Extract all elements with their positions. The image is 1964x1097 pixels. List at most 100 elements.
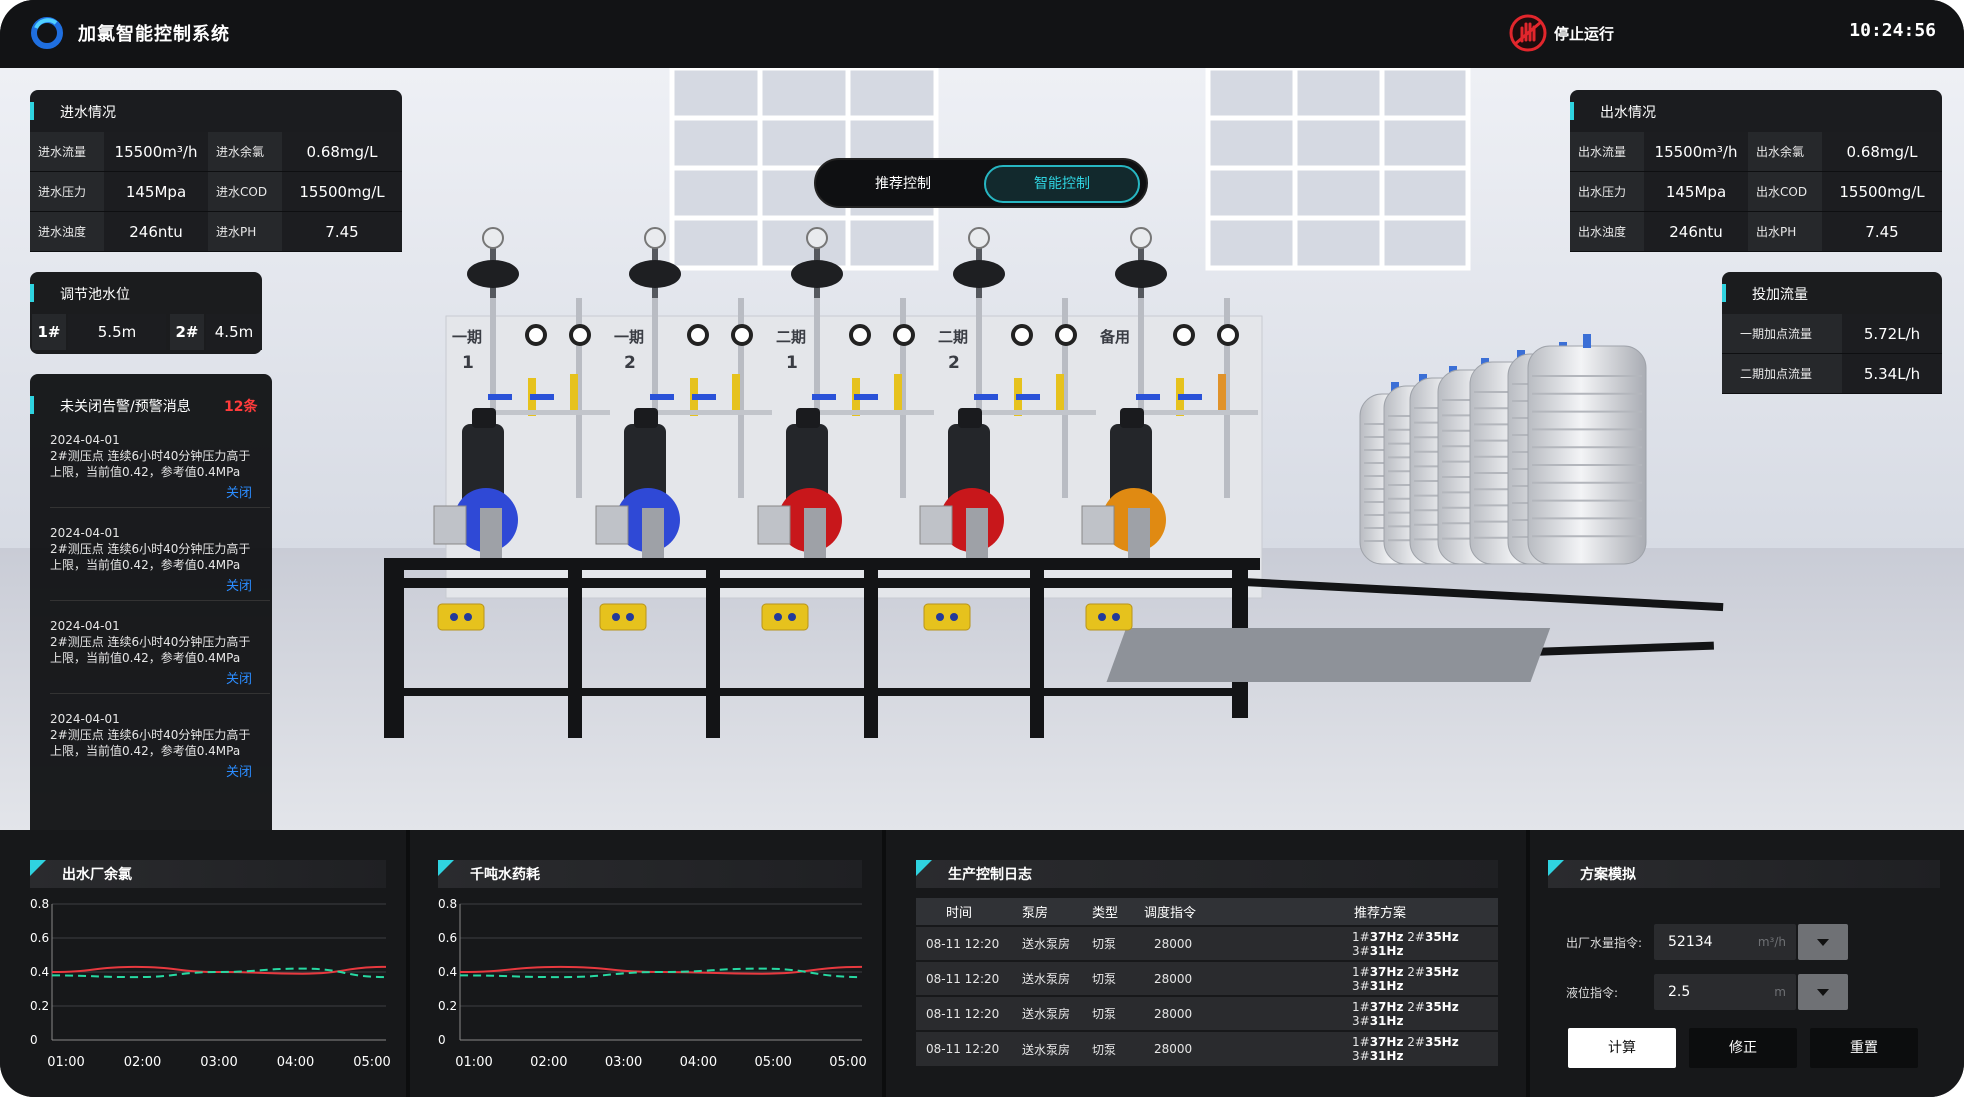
pump-label-line2: 2 <box>948 353 960 373</box>
log-command: 28000 <box>1134 995 1284 1031</box>
bottom-dashboard: 出水厂余氯 0 0.2 0.4 0.6 0.8 01:00 02:00 03:00 04:00 0… <box>0 830 1964 1097</box>
tab-recommend-control[interactable]: 推荐控制 <box>828 165 978 203</box>
x-tick-label: 01:00 <box>47 1055 84 1070</box>
metric-value: 246ntu <box>1644 212 1748 252</box>
alert-date: 2024-04-01 <box>50 526 120 540</box>
metric-value: 7.45 <box>1822 212 1942 252</box>
outflow-table: 出水流量 15500m³/h 出水余氯 0.68mg/L 出水压力 145Mpa 出水COD… <box>1570 132 1942 252</box>
alert-date: 2024-04-01 <box>50 619 120 633</box>
metric-value: 15500m³/h <box>1644 132 1748 172</box>
y-tick-label: 0.6 <box>30 931 49 945</box>
metric-row: 进水浊度 246ntu 进水PH 7.45 <box>30 212 402 252</box>
tab-smart-control[interactable]: 智能控制 <box>984 165 1140 203</box>
stop-run-label: 停止运行 <box>1554 24 1615 43</box>
x-tick-label: 02:00 <box>124 1055 161 1070</box>
x-tick-label: 04:00 <box>277 1055 314 1070</box>
y-tick-label: 0.6 <box>438 931 457 945</box>
series-line <box>459 967 863 979</box>
inflow-table: 进水流量 15500m³/h 进水余氯 0.68mg/L 进水压力 145Mpa 进水COD… <box>30 132 402 252</box>
plan-pump: 3# <box>1352 943 1370 958</box>
plan-pump: 2# <box>1407 929 1425 944</box>
series-line <box>51 965 387 975</box>
plan-frequency: 35Hz <box>1424 1035 1459 1049</box>
metric-label: 进水流量 <box>30 132 104 172</box>
metric-row: 出水流量 15500m³/h 出水余氯 0.68mg/L <box>1570 132 1942 172</box>
alert-item: 2024-04-01 2#测压点 连续6小时40分钟压力高于上限，当前值0.42，… <box>50 618 260 666</box>
chart-section-residual-chlorine: 出水厂余氯 0 0.2 0.4 0.6 0.8 01:00 02:00 03:00 04:00 0… <box>0 830 404 1097</box>
pump-label-line2: 1 <box>462 353 474 373</box>
chart-chemical-consumption: 0 0.2 0.4 0.6 0.8 01:00 02:00 03:00 04:00 05:00 05… <box>438 897 867 1070</box>
metric-value: 15500m³/h <box>104 132 208 172</box>
plan-pump: 1# <box>1352 999 1370 1014</box>
x-tick-label: 05:00 <box>829 1055 866 1070</box>
log-title: 生产控制日志 <box>948 867 1032 883</box>
alert-close-link[interactable]: 关闭 <box>226 761 252 780</box>
level-command-label: 液位指令: <box>1566 986 1619 1000</box>
log-room: 送水泵房 <box>1012 925 1082 961</box>
alert-close-link[interactable]: 关闭 <box>226 482 252 501</box>
alert-close-link[interactable]: 关闭 <box>226 668 252 687</box>
metric-row: 出水浊度 246ntu 出水PH 7.45 <box>1570 212 1942 252</box>
dosing-flow-title: 投加流量 <box>1722 284 1808 304</box>
tank-level-title: 调节池水位 <box>30 284 130 304</box>
app-title: 加氯智能控制系统 <box>78 24 230 45</box>
metric-value: 246ntu <box>104 212 208 252</box>
dosing-flow-panel: 投加流量 一期加点流量 5.72L/h 二期加点流量 5.34L/h <box>1722 272 1942 394</box>
metric-label: 出水PH <box>1748 212 1822 252</box>
metric-label: 进水PH <box>208 212 282 252</box>
divider <box>882 830 886 1097</box>
app-window: 加氯智能控制系统 停止运行 10:24:56 一期 1 一期 2 二期 1 二期… <box>0 0 1964 1097</box>
x-tick-label: 05:00 <box>754 1055 791 1070</box>
alert-text: 2#测压点 连续6小时40分钟压力高于上限，当前值0.42，参考值0.4MPa <box>50 728 251 758</box>
metric-row: 出水压力 145Mpa 出水COD 15500mg/L <box>1570 172 1942 212</box>
metric-value: 15500mg/L <box>282 172 402 212</box>
divider <box>50 693 270 694</box>
plan-pump: 2# <box>1407 1035 1425 1049</box>
x-tick-label: 03:00 <box>200 1055 237 1070</box>
plan-frequency: 31Hz <box>1369 943 1404 958</box>
plan-pump: 1# <box>1352 929 1370 944</box>
plan-pump: 3# <box>1352 1049 1370 1063</box>
metric-label: 进水压力 <box>30 172 104 212</box>
correct-button[interactable]: 修正 <box>1689 1028 1797 1068</box>
plan-pump: 1# <box>1352 1035 1370 1049</box>
metric-value: 0.68mg/L <box>282 132 402 172</box>
window-right <box>1205 68 1471 271</box>
pump-label-line1: 一期 <box>452 328 482 346</box>
level-command-unit: m <box>1774 985 1786 999</box>
log-time: 08-11 12:20 <box>916 925 1012 961</box>
y-tick-label: 0.4 <box>438 965 457 979</box>
plan-frequency: 31Hz <box>1369 978 1404 993</box>
flow-command-unit: m³/h <box>1757 935 1786 949</box>
flow-command-input[interactable]: 52134 m³/h <box>1654 924 1796 960</box>
pump-label-line2: 2 <box>624 353 636 373</box>
tank-platform <box>1106 628 1551 682</box>
tank-level-panel: 调节池水位 1# 5.5m 2# 4.5m <box>30 272 262 354</box>
metric-row: 二期加点流量 5.34L/h <box>1722 354 1942 394</box>
level-command-dropdown[interactable] <box>1798 974 1848 1010</box>
alert-date: 2024-04-01 <box>50 712 120 726</box>
plan-frequency: 37Hz <box>1369 999 1404 1014</box>
stop-hand-icon <box>1509 14 1547 52</box>
alerts-title: 未关闭告警/预警消息 <box>30 396 191 416</box>
plan-frequency: 31Hz <box>1369 1013 1404 1028</box>
plan-frequency: 37Hz <box>1369 964 1404 979</box>
level-command-input[interactable]: 2.5 m <box>1654 974 1796 1010</box>
reset-button[interactable]: 重置 <box>1810 1028 1918 1068</box>
log-room: 送水泵房 <box>1012 1030 1082 1066</box>
alert-close-link[interactable]: 关闭 <box>226 575 252 594</box>
log-room: 送水泵房 <box>1012 995 1082 1031</box>
log-type: 切泵 <box>1082 960 1134 996</box>
flow-command-dropdown[interactable] <box>1798 924 1848 960</box>
title-marker-icon <box>916 860 932 876</box>
y-tick-label: 0 <box>30 1033 38 1047</box>
metric-value: 0.68mg/L <box>1822 132 1942 172</box>
calculate-button[interactable]: 计算 <box>1568 1028 1676 1068</box>
y-tick-label: 0.8 <box>30 897 49 911</box>
column-header: 泵房 <box>1012 898 1082 926</box>
control-mode-toggle: 推荐控制 智能控制 <box>814 158 1148 208</box>
log-command: 28000 <box>1134 925 1284 961</box>
log-plan: 1#37Hz 2#35Hz 3#31Hz <box>1284 995 1498 1031</box>
stop-run-button[interactable]: 停止运行 <box>1508 12 1614 54</box>
sim-title: 方案模拟 <box>1580 867 1636 883</box>
